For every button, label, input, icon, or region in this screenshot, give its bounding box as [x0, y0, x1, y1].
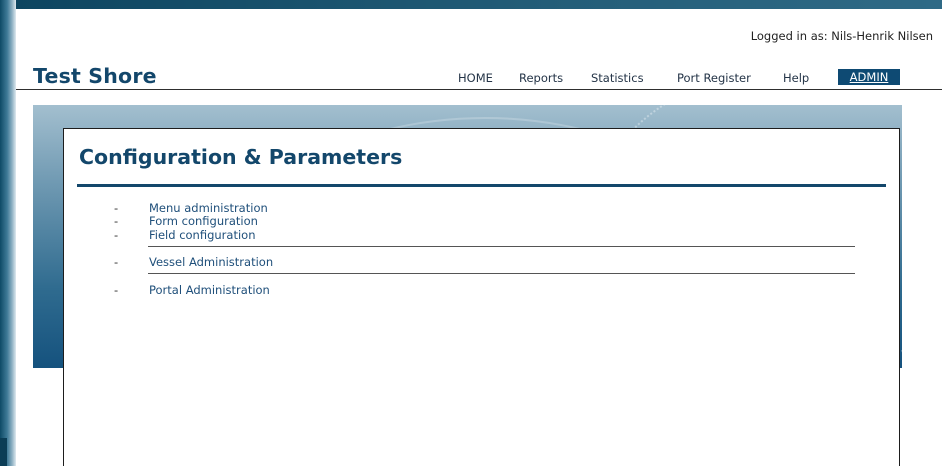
link-menu-administration[interactable]: Menu administration — [149, 201, 268, 215]
link-portal-administration[interactable]: Portal Administration — [149, 283, 270, 297]
list-dash: - — [114, 228, 119, 242]
page-title: Configuration & Parameters — [79, 145, 403, 169]
list-dash: - — [114, 214, 119, 228]
main-nav: HOME Reports Statistics Port Register He… — [0, 69, 942, 89]
nav-reports[interactable]: Reports — [519, 71, 563, 85]
left-bar-foot — [0, 438, 7, 466]
nav-admin[interactable]: ADMIN — [838, 69, 900, 85]
link-form-configuration[interactable]: Form configuration — [149, 214, 258, 228]
group-separator — [148, 246, 855, 247]
list-dash: - — [114, 201, 119, 215]
link-field-configuration[interactable]: Field configuration — [149, 228, 255, 242]
top-decoration-strip — [16, 0, 942, 9]
list-dash: - — [114, 283, 119, 297]
nav-statistics[interactable]: Statistics — [591, 71, 644, 85]
nav-help[interactable]: Help — [783, 71, 809, 85]
header-divider — [16, 89, 942, 90]
nav-home[interactable]: HOME — [458, 71, 493, 85]
title-underline — [77, 184, 886, 187]
list-dash: - — [114, 255, 119, 269]
group-separator — [148, 273, 855, 274]
link-vessel-administration[interactable]: Vessel Administration — [149, 255, 273, 269]
login-info: Logged in as: Nils-Henrik Nilsen — [750, 29, 933, 43]
left-decoration-bar — [0, 0, 16, 466]
content-panel: Configuration & Parameters - Menu admini… — [63, 128, 900, 466]
nav-port-register[interactable]: Port Register — [677, 71, 751, 85]
